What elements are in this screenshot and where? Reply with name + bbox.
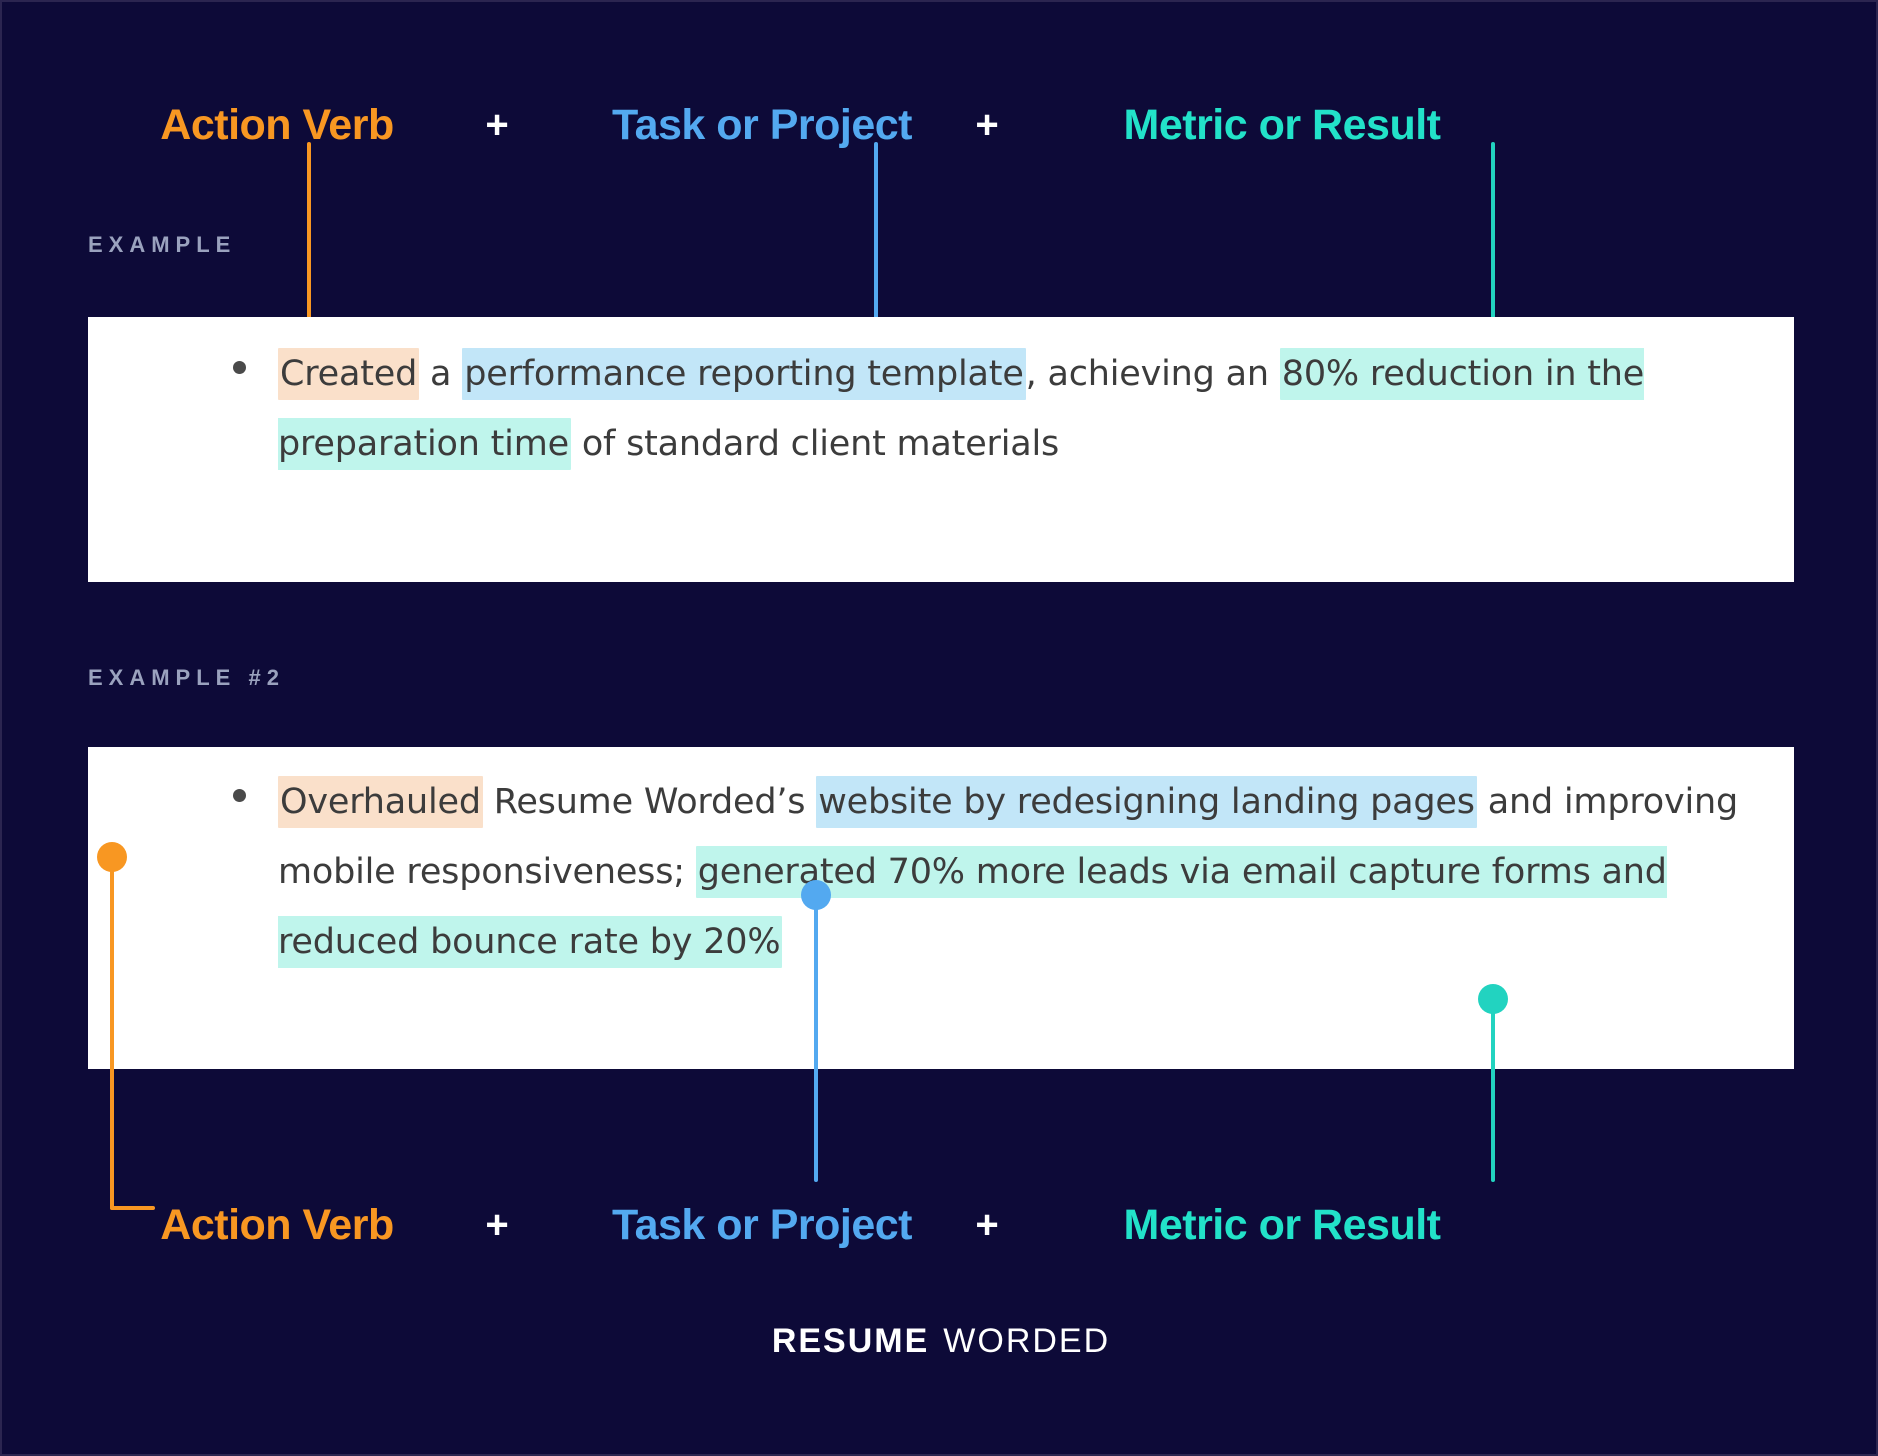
plus-sign-top-2: + xyxy=(975,102,999,147)
connector-line-metric-result-top xyxy=(1491,142,1495,342)
infographic-canvas: Action Verb + Task or Project + Metric o… xyxy=(0,0,1878,1456)
bullet-text-2: Overhauled Resume Worded’s website by re… xyxy=(278,767,1754,977)
formula-term-action-verb-top: Action Verb xyxy=(160,100,394,149)
footer-brand-logo: RESUME WORDED xyxy=(2,1322,1878,1361)
section-label-example-2: EXAMPLE #2 xyxy=(88,665,285,690)
bullet-row-2: Overhauled Resume Worded’s website by re… xyxy=(233,767,1754,977)
plus-sign-bottom-2: + xyxy=(975,1202,999,1247)
section-label-example-1: EXAMPLE xyxy=(88,232,237,257)
plus-sign-top-1: + xyxy=(485,102,509,147)
brand-name-secondary: WORDED xyxy=(943,1322,1111,1360)
bullet-point-icon-2 xyxy=(233,789,246,802)
plain-text-2a: Resume Worded’s xyxy=(482,782,817,822)
example-card-2: Overhauled Resume Worded’s website by re… xyxy=(88,747,1794,1069)
plain-text-1c: of standard client materials xyxy=(570,424,1060,464)
highlight-task-project-2: website by redesigning landing pages xyxy=(816,776,1477,828)
brand-name-primary: RESUME xyxy=(771,1322,930,1360)
formula-row-top: Action Verb + Task or Project + Metric o… xyxy=(2,90,1878,160)
formula-term-task-project-top: Task or Project xyxy=(612,100,913,149)
plain-text-1b: , achieving an xyxy=(1025,354,1280,394)
example-card-1: Created a performance reporting template… xyxy=(88,317,1794,582)
bullet-row-1: Created a performance reporting template… xyxy=(233,339,1754,479)
connector-line-action-verb-bottom xyxy=(110,860,114,1210)
formula-term-action-verb-bottom: Action Verb xyxy=(160,1200,394,1249)
formula-row-bottom: Action Verb + Task or Project + Metric o… xyxy=(2,1190,1878,1260)
connector-line-task-project-top xyxy=(874,142,878,342)
connector-line-metric-result-bottom xyxy=(1491,1002,1495,1182)
connector-line-task-project-bottom xyxy=(814,902,818,1182)
highlight-action-verb-2: Overhauled xyxy=(278,776,483,828)
formula-term-metric-result-bottom: Metric or Result xyxy=(1123,1200,1441,1249)
highlight-task-project-1: performance reporting template xyxy=(462,348,1026,400)
formula-term-metric-result-top: Metric or Result xyxy=(1123,100,1441,149)
formula-term-task-project-bottom: Task or Project xyxy=(612,1200,913,1249)
bullet-point-icon-1 xyxy=(233,361,246,374)
plain-text-1a: a xyxy=(419,354,463,394)
bullet-text-1: Created a performance reporting template… xyxy=(278,339,1754,479)
highlight-action-verb-1: Created xyxy=(278,348,420,400)
plus-sign-bottom-1: + xyxy=(485,1202,509,1247)
